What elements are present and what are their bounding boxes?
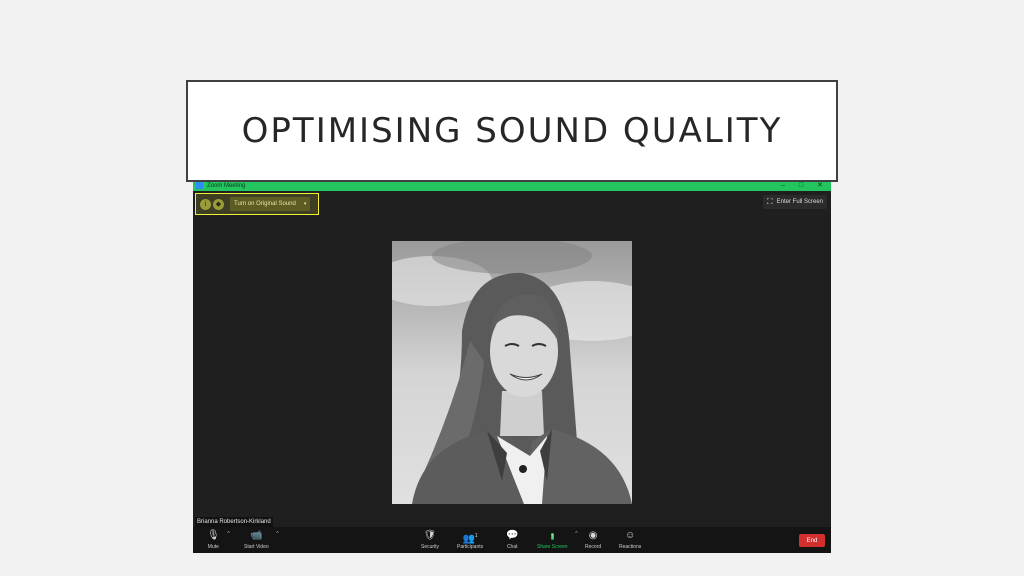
record-icon: ◉ [588, 530, 598, 541]
enter-full-screen-button[interactable]: ⛶ Enter Full Screen [763, 195, 827, 209]
security-label: Security [421, 544, 440, 550]
fullscreen-icon: ⛶ [767, 197, 773, 206]
chevron-down-icon[interactable]: ▾ [304, 201, 307, 207]
share-screen-icon: ↑ [550, 533, 555, 540]
reactions-button[interactable]: ☺ Reactions [619, 530, 641, 550]
original-sound-label: Turn on Original Sound [234, 201, 296, 207]
enter-full-screen-label: Enter Full Screen [776, 199, 823, 205]
participants-button[interactable]: 👥1 Participants [457, 530, 483, 550]
meeting-toolbar: 🎙 Mute ^ 📹 Start Video ^ 🛡 Security 👥1 P… [193, 527, 831, 553]
original-sound-button[interactable]: Turn on Original Sound ▾ [230, 197, 311, 211]
zoom-app-icon [196, 182, 203, 189]
share-screen-button[interactable]: ↑ Share Screen ^ [537, 530, 578, 550]
participant-photo [392, 241, 632, 504]
reactions-label: Reactions [619, 544, 642, 550]
share-options-caret[interactable]: ^ [575, 531, 577, 537]
participant-video [392, 241, 632, 504]
microphone-icon: 🎙 [207, 530, 220, 541]
shield-icon[interactable]: ◆ [213, 198, 224, 210]
chat-label: Chat [506, 544, 518, 550]
start-video-button[interactable]: 📹 Start Video ^ [244, 530, 279, 550]
window-title: Zoom Meeting [207, 182, 246, 189]
slide: OPTIMISING SOUND QUALITY Zoom Meeting – … [0, 0, 1024, 576]
original-sound-bar: i ◆ Turn on Original Sound ▾ [195, 193, 319, 215]
chat-icon: 💬 [506, 530, 519, 541]
participant-name-tag: Brianna Robertson-Kirkland [195, 517, 273, 527]
record-label: Record [585, 544, 602, 550]
mute-button[interactable]: 🎙 Mute ^ [207, 530, 230, 550]
slide-title: OPTIMISING SOUND QUALITY [241, 111, 783, 151]
slide-title-box: OPTIMISING SOUND QUALITY [186, 80, 838, 182]
video-off-icon: 📹 [250, 530, 263, 541]
audio-options-caret[interactable]: ^ [227, 531, 229, 537]
chat-button[interactable]: 💬 Chat [506, 530, 518, 550]
share-screen-label: Share Screen [537, 544, 568, 550]
shield-icon: 🛡 [423, 530, 437, 541]
start-video-label: Start Video [244, 544, 269, 550]
info-icon[interactable]: i [200, 198, 211, 210]
video-options-caret[interactable]: ^ [276, 531, 278, 537]
security-button[interactable]: 🛡 Security [421, 530, 439, 550]
reactions-icon: ☺ [625, 530, 636, 541]
record-button[interactable]: ◉ Record [585, 530, 601, 550]
mute-label: Mute [207, 544, 219, 550]
participants-label: Participants [457, 544, 484, 550]
zoom-meeting-window: Zoom Meeting – □ ✕ i ◆ Turn on Original … [193, 180, 831, 553]
participants-count: 1 [474, 533, 478, 539]
participants-icon: 👥1 [462, 533, 478, 545]
end-meeting-button[interactable]: End [799, 534, 825, 547]
